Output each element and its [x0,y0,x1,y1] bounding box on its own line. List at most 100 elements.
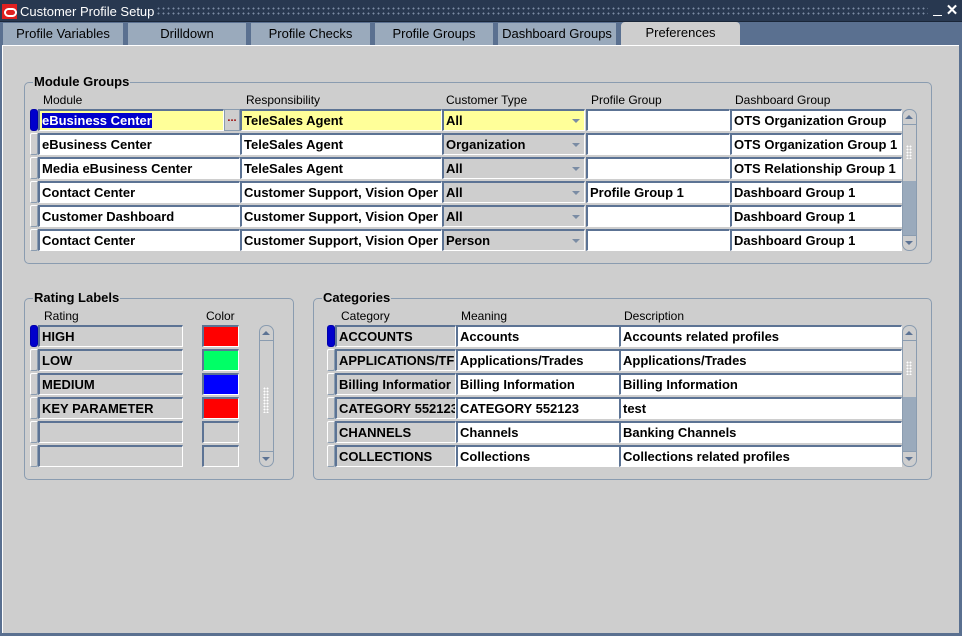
category-field[interactable]: ACCOUNTS [335,325,456,347]
dropdown-arrow-icon[interactable] [572,215,580,219]
description-field[interactable]: Billing Information [619,373,902,395]
tab-profile-variables[interactable]: Profile Variables [3,23,126,45]
meaning-field[interactable]: Accounts [456,325,620,347]
rating-labels-scrollbar[interactable] [259,325,274,467]
responsibility-field[interactable]: Customer Support, Vision Oper [240,229,442,251]
module-groups-scrollbar[interactable] [902,109,917,251]
color-swatch[interactable] [202,349,239,371]
categories-scrollbar[interactable] [902,325,917,467]
tab-profile-groups[interactable]: Profile Groups [375,23,496,45]
color-swatch[interactable] [202,325,239,347]
scroll-down-icon[interactable] [260,451,273,466]
dropdown-arrow-icon[interactable] [572,119,580,123]
responsibility-field[interactable]: Customer Support, Vision Oper [240,205,442,227]
record-indicator[interactable] [327,349,335,371]
color-swatch[interactable] [202,397,239,419]
record-indicator[interactable] [30,133,38,155]
record-indicator[interactable] [327,445,335,467]
module-field[interactable]: Media eBusiness Center [38,157,240,179]
record-indicator[interactable] [30,397,38,419]
lov-button[interactable]: ... [224,109,240,131]
rating-field[interactable] [38,445,183,467]
description-field[interactable]: Applications/Trades [619,349,902,371]
scroll-thumb[interactable] [903,341,916,397]
dashboard-group-field[interactable]: Dashboard Group 1 [730,229,902,251]
record-indicator[interactable] [30,421,38,443]
description-field[interactable]: Accounts related profiles [619,325,902,347]
scroll-thumb[interactable] [903,125,916,181]
scroll-trough[interactable] [903,397,916,452]
tab-profile-checks[interactable]: Profile Checks [251,23,373,45]
module-field[interactable]: Contact Center [38,181,240,203]
description-field[interactable]: Banking Channels [619,421,902,443]
scroll-down-icon[interactable] [903,235,916,250]
customer-type-select[interactable]: All [442,109,585,131]
profile-group-field[interactable] [586,229,730,251]
category-field[interactable]: CHANNELS [335,421,456,443]
dashboard-group-field[interactable]: Dashboard Group 1 [730,181,902,203]
rating-field[interactable]: KEY PARAMETER [38,397,183,419]
category-field[interactable]: CATEGORY 552123 [335,397,456,419]
category-field[interactable]: COLLECTIONS [335,445,456,467]
dashboard-group-field[interactable]: Dashboard Group 1 [730,205,902,227]
rating-field[interactable]: LOW [38,349,183,371]
description-field[interactable]: Collections related profiles [619,445,902,467]
category-field[interactable]: APPLICATIONS/TF [335,349,456,371]
meaning-field[interactable]: CATEGORY 552123 [456,397,620,419]
description-field[interactable]: test [619,397,902,419]
record-indicator[interactable] [30,349,38,371]
rating-field[interactable]: HIGH [38,325,183,347]
record-indicator[interactable] [30,229,38,251]
tab-drilldown[interactable]: Drilldown [128,23,249,45]
customer-type-select[interactable]: All [442,157,585,179]
meaning-field[interactable]: Collections [456,445,620,467]
profile-group-field[interactable]: Profile Group 1 [586,181,730,203]
close-icon[interactable]: ✕ [945,3,959,19]
dashboard-group-field[interactable]: OTS Relationship Group 1 [730,157,902,179]
dropdown-arrow-icon[interactable] [572,191,580,195]
scroll-down-icon[interactable] [903,451,916,466]
record-indicator[interactable] [30,205,38,227]
responsibility-field[interactable]: Customer Support, Vision Oper [240,181,442,203]
scroll-thumb[interactable] [260,341,273,452]
title-bar-drag-area[interactable] [156,6,928,16]
rating-field[interactable] [38,421,183,443]
record-indicator-current[interactable] [327,325,335,347]
responsibility-field[interactable]: TeleSales Agent [240,133,442,155]
module-field[interactable]: eBusiness Center [38,109,224,131]
meaning-field[interactable]: Billing Information [456,373,620,395]
scroll-up-icon[interactable] [903,326,916,341]
color-swatch[interactable] [202,445,239,467]
dropdown-arrow-icon[interactable] [572,167,580,171]
meaning-field[interactable]: Channels [456,421,620,443]
color-swatch[interactable] [202,421,239,443]
record-indicator[interactable] [30,373,38,395]
responsibility-field[interactable]: TeleSales Agent [240,109,442,131]
scroll-trough[interactable] [903,181,916,236]
record-indicator[interactable] [30,445,38,467]
rating-field[interactable]: MEDIUM [38,373,183,395]
module-field[interactable]: Customer Dashboard [38,205,240,227]
customer-type-select[interactable]: All [442,205,585,227]
record-indicator[interactable] [30,157,38,179]
dropdown-arrow-icon[interactable] [572,239,580,243]
profile-group-field[interactable] [586,205,730,227]
tab-dashboard-groups[interactable]: Dashboard Groups [498,23,619,45]
responsibility-field[interactable]: TeleSales Agent [240,157,442,179]
profile-group-field[interactable] [586,133,730,155]
scroll-up-icon[interactable] [903,110,916,125]
customer-type-select[interactable]: Person [442,229,585,251]
profile-group-field[interactable] [586,109,730,131]
customer-type-select[interactable]: All [442,181,585,203]
dashboard-group-field[interactable]: OTS Organization Group 1 [730,133,902,155]
dropdown-arrow-icon[interactable] [572,143,580,147]
record-indicator-current[interactable] [30,325,38,347]
module-field[interactable]: eBusiness Center [38,133,240,155]
meaning-field[interactable]: Applications/Trades [456,349,620,371]
customer-type-select[interactable]: Organization [442,133,585,155]
record-indicator[interactable] [327,373,335,395]
tab-preferences[interactable]: Preferences [621,22,740,46]
record-indicator[interactable] [30,181,38,203]
color-swatch[interactable] [202,373,239,395]
dashboard-group-field[interactable]: OTS Organization Group [730,109,902,131]
